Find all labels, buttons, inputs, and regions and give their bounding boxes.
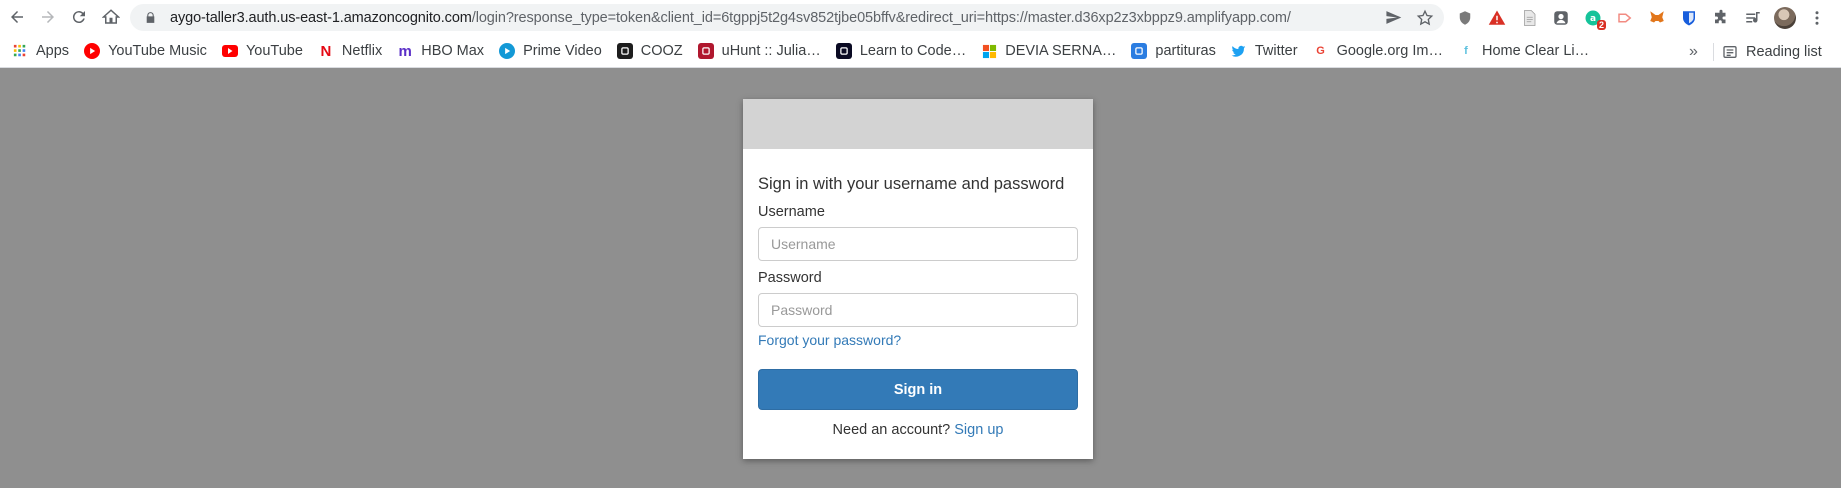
bookmark-item[interactable]: Apps xyxy=(6,38,75,64)
bookmark-label: HBO Max xyxy=(421,43,485,59)
bookmark-label: YouTube Music xyxy=(108,43,207,59)
bookmark-label: Google.org Im… xyxy=(1336,43,1443,59)
login-modal: Sign in with your username and password … xyxy=(743,99,1093,459)
avatar xyxy=(1774,6,1796,29)
bookmark-item[interactable]: COOZ xyxy=(611,38,689,64)
forgot-password-link[interactable]: Forgot your password? xyxy=(758,332,901,348)
bookmark-item[interactable]: Learn to Code… xyxy=(830,38,972,64)
password-label: Password xyxy=(758,270,822,286)
bookmark-label: Prime Video xyxy=(523,43,602,59)
reading-list-label: Reading list xyxy=(1746,43,1822,60)
reload-button[interactable] xyxy=(62,0,96,34)
document-extension-icon[interactable] xyxy=(1516,5,1542,31)
bookmark-item[interactable]: DEVIA SERNA… xyxy=(975,38,1122,64)
bookmark-label: Home Clear Li… xyxy=(1481,43,1590,59)
bookmark-item[interactable]: N Netflix xyxy=(312,38,388,64)
home-clear-icon: f xyxy=(1464,45,1468,57)
google-icon: G xyxy=(1316,45,1325,57)
apps-grid-icon xyxy=(12,43,28,59)
more-vertical-icon xyxy=(1815,10,1819,25)
media-control-icon[interactable] xyxy=(1740,5,1766,31)
profile-avatar[interactable] xyxy=(1772,5,1798,31)
username-input[interactable] xyxy=(758,227,1078,261)
reload-icon xyxy=(72,11,85,24)
url-path: /login?response_type=token&client_id=6tg… xyxy=(471,9,1291,26)
bookmark-label: COOZ xyxy=(640,43,683,59)
youtube-music-icon xyxy=(84,43,101,59)
url-host: aygo-taller3.auth.us-east-1.amazoncognit… xyxy=(170,9,472,26)
home-button[interactable] xyxy=(94,0,128,34)
bookmark-item[interactable]: Prime Video xyxy=(493,38,608,64)
bookmark-label: Apps xyxy=(36,43,70,59)
youtube-icon xyxy=(221,45,238,57)
need-account-text: Need an account? xyxy=(832,422,951,438)
bookmark-star-icon[interactable] xyxy=(1414,7,1436,29)
bookmark-label: Netflix xyxy=(341,43,383,59)
reading-list-icon xyxy=(1723,45,1737,58)
forward-arrow-icon xyxy=(42,11,54,23)
bookmark-item[interactable]: partituras xyxy=(1125,38,1221,64)
address-bar[interactable]: aygo-taller3.auth.us-east-1.amazoncognit… xyxy=(130,4,1444,31)
warning-extension-icon[interactable] xyxy=(1484,5,1510,31)
login-heading: Sign in with your username and password xyxy=(758,175,1065,193)
bookmark-item[interactable]: G Google.org Im… xyxy=(1307,38,1449,64)
microsoft-icon xyxy=(981,43,997,59)
modal-banner xyxy=(743,99,1093,149)
browser-toolbar: aygo-taller3.auth.us-east-1.amazoncognit… xyxy=(0,0,1841,35)
bookmark-item[interactable]: f Home Clear Li… xyxy=(1452,38,1595,64)
bookmark-label: partituras xyxy=(1155,43,1216,59)
uhunt-icon xyxy=(697,43,714,59)
back-arrow-icon xyxy=(11,11,23,23)
learn-to-code-icon xyxy=(835,43,852,59)
bookmark-item[interactable]: YouTube xyxy=(216,38,309,64)
extensions-area: a2 xyxy=(1452,0,1830,35)
username-label: Username xyxy=(758,204,825,220)
netflix-icon: N xyxy=(320,42,332,60)
bookmark-item[interactable]: m HBO Max xyxy=(391,38,490,64)
svg-text:a: a xyxy=(1590,14,1596,24)
sign-in-button[interactable]: Sign in xyxy=(758,369,1078,410)
bookmark-label: Twitter xyxy=(1254,43,1298,59)
forward-button[interactable] xyxy=(31,0,65,34)
partituras-icon xyxy=(1131,43,1148,59)
reading-list-button[interactable]: Reading list xyxy=(1722,35,1822,68)
prime-video-icon xyxy=(499,43,516,59)
extension-badge: 2 xyxy=(1596,19,1606,30)
bookmark-item[interactable]: YouTube Music xyxy=(78,38,213,64)
grammarly-icon[interactable]: a2 xyxy=(1580,5,1606,31)
password-input[interactable] xyxy=(758,293,1078,327)
back-button[interactable] xyxy=(0,0,34,34)
hbo-max-icon: m xyxy=(398,42,412,60)
twitter-icon xyxy=(1231,43,1247,59)
extensions-puzzle-icon[interactable] xyxy=(1708,5,1734,31)
browser-menu-button[interactable] xyxy=(1804,5,1830,31)
cooz-icon xyxy=(616,43,633,59)
lock-icon xyxy=(144,11,158,25)
sign-up-link[interactable]: Sign up xyxy=(954,422,1003,438)
metamask-fox-icon[interactable] xyxy=(1644,5,1670,31)
signup-row: Need an account? Sign up xyxy=(758,422,1078,438)
bookmarks-divider xyxy=(1713,43,1714,61)
bookmark-item[interactable]: Twitter xyxy=(1225,38,1304,64)
bookmark-item[interactable]: uHunt :: Julia… xyxy=(692,38,827,64)
bookmark-label: YouTube xyxy=(245,43,303,59)
profile-extension-icon[interactable] xyxy=(1548,5,1574,31)
bookmarks-bar: Apps YouTube Music YouTube N Netflix m HBO Max… xyxy=(0,35,1841,68)
bookmark-label: Learn to Code… xyxy=(859,43,967,59)
bitwarden-shield-icon[interactable] xyxy=(1676,5,1702,31)
bookmark-label: DEVIA SERNA… xyxy=(1005,43,1117,59)
cast-extension-icon[interactable] xyxy=(1612,5,1638,31)
bookmarks-overflow-button[interactable]: » xyxy=(1689,35,1698,68)
login-form: Sign in with your username and password … xyxy=(743,149,1093,438)
url-text: aygo-taller3.auth.us-east-1.amazoncognit… xyxy=(170,10,1291,26)
bookmark-label: uHunt :: Julia… xyxy=(721,43,821,59)
extension-shield-icon[interactable] xyxy=(1452,5,1478,31)
home-icon xyxy=(102,9,120,24)
send-to-devices-icon[interactable] xyxy=(1382,7,1404,29)
